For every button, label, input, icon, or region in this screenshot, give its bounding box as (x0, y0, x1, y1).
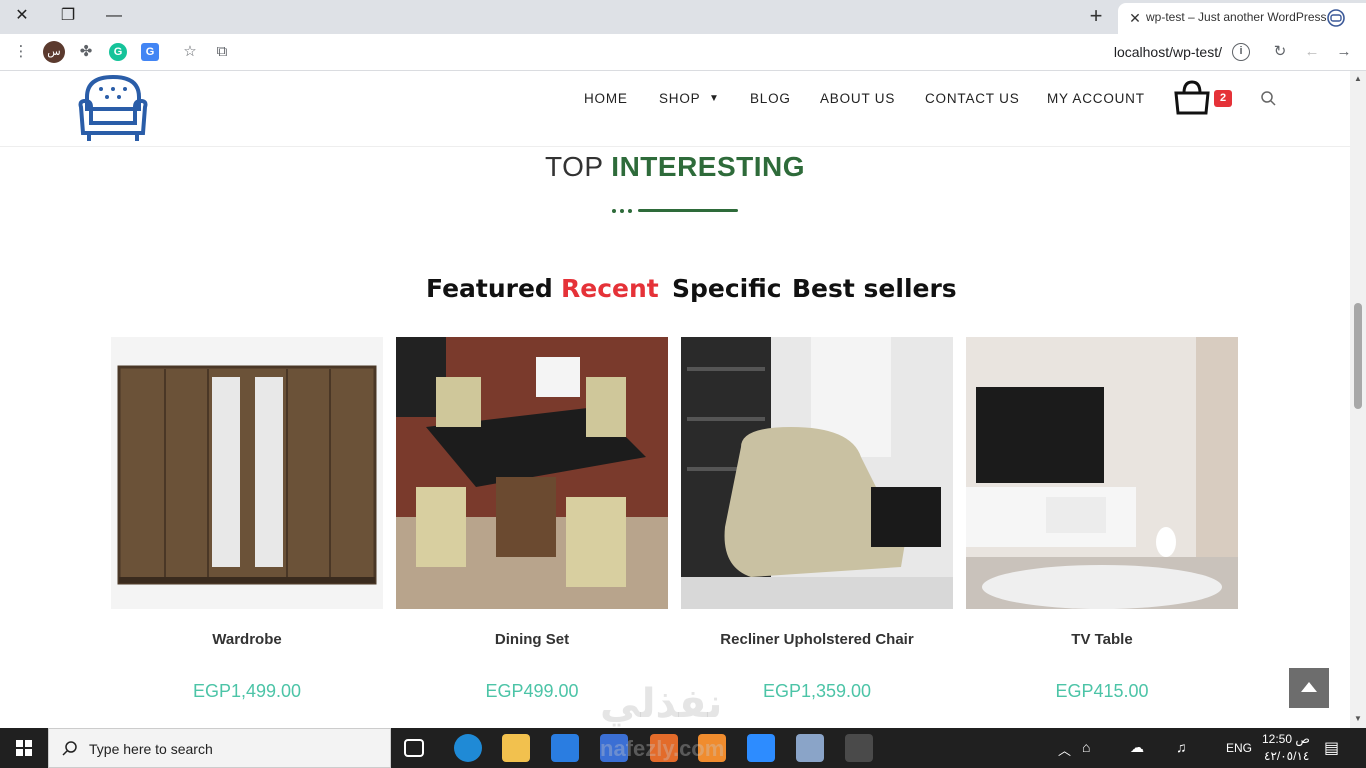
minimize-window-icon[interactable]: — (100, 4, 128, 28)
section-title-highlight: INTERESTING (611, 151, 806, 182)
shopping-bag-icon[interactable] (1172, 79, 1212, 117)
browser-tab-bar: ✕ ❐ — + ✕ wp-test – Just another WordPre… (0, 0, 1366, 34)
profile-avatar[interactable]: س (43, 41, 65, 63)
volume-icon[interactable]: ♫ (1176, 739, 1187, 755)
bookmark-star-icon[interactable]: ☆ (178, 40, 202, 64)
task-view-icon[interactable] (404, 739, 424, 757)
product-name[interactable]: Wardrobe (111, 631, 383, 648)
reload-icon[interactable]: ↻ (1268, 40, 1292, 64)
chrome-icon[interactable] (845, 734, 873, 762)
file-explorer-icon[interactable] (502, 734, 530, 762)
translate-extension-icon[interactable]: G (141, 43, 159, 61)
scroll-to-top-button[interactable] (1289, 668, 1329, 708)
web-page: HOME SHOP ▼ BLOG ABOUT US CONTACT US MY … (0, 71, 1350, 728)
tab-featured[interactable]: Featured (426, 274, 553, 303)
shop-chevron-down-icon[interactable]: ▼ (709, 93, 720, 104)
nav-my-account[interactable]: MY ACCOUNT (1047, 91, 1145, 106)
arrow-up-icon (1301, 682, 1317, 692)
windows-start-icon[interactable] (0, 728, 48, 768)
nav-contact-us[interactable]: CONTACT US (925, 91, 1020, 106)
wardrobe-image[interactable] (111, 337, 383, 609)
new-tab-button[interactable]: + (1084, 3, 1108, 29)
nav-shop[interactable]: SHOP (659, 91, 700, 106)
product-price: EGP415.00 (1055, 681, 1149, 701)
extensions-puzzle-icon[interactable]: ✤ (74, 40, 98, 64)
restore-window-icon[interactable]: ❐ (54, 4, 82, 28)
browser-toolbar: ⋮ ✤ ☆ ⧉ localhost/wp-test/ i ↻ ← → (0, 34, 1366, 71)
watermark-text: نفذلي (600, 681, 723, 727)
remote-desktop-icon[interactable] (796, 734, 824, 762)
zoom-icon[interactable] (747, 734, 775, 762)
scrollbar-thumb[interactable] (1354, 303, 1362, 409)
recliner-chair-image[interactable] (681, 337, 953, 609)
clock-date[interactable]: ٤٢/٠٥/١٤ (1264, 749, 1309, 763)
tv-table-image[interactable] (966, 337, 1238, 609)
tab-best-sellers[interactable]: Best sellers (792, 274, 957, 303)
url-text[interactable]: localhost/wp-test/ (1114, 44, 1222, 60)
search-placeholder[interactable]: Type here to search (89, 741, 213, 757)
tray-chevron-up-icon[interactable]: ︿ (1058, 740, 1071, 759)
nav-home[interactable]: HOME (584, 91, 628, 106)
tab-title: wp-test – Just another WordPress (1146, 10, 1327, 24)
forward-icon[interactable]: ← (1300, 40, 1324, 64)
windows-taskbar: Type here to search ︿ ⌂ ☁ ♫ ENG 12:50 ص … (0, 728, 1366, 768)
menu-dots-icon[interactable]: ⋮ (9, 40, 33, 64)
scroll-up-arrow-icon[interactable]: ▲ (1354, 75, 1362, 83)
onedrive-cloud-icon[interactable]: ☁ (1130, 739, 1144, 756)
search-icon (62, 741, 77, 756)
site-info-icon[interactable]: i (1232, 43, 1250, 61)
tab-specific[interactable]: Specific (672, 274, 782, 303)
product-name[interactable]: Recliner Upholstered Chair (681, 631, 953, 648)
edge-icon[interactable] (454, 734, 482, 762)
close-window-icon[interactable]: ✕ (8, 4, 36, 28)
scroll-down-arrow-icon[interactable]: ▼ (1354, 715, 1362, 723)
page-scrollbar[interactable]: ▲ ▼ (1350, 71, 1366, 728)
section-title: TOP INTERESTING (0, 151, 1350, 183)
armchair-logo-icon[interactable] (75, 71, 151, 145)
grammarly-extension-icon[interactable]: G (109, 43, 127, 61)
tab-search-icon[interactable]: ⧉ (210, 40, 234, 64)
wordpress-favicon-icon (1327, 9, 1345, 27)
browser-tab[interactable]: ✕ wp-test – Just another WordPress (1118, 3, 1366, 34)
nav-blog[interactable]: BLOG (750, 91, 791, 106)
watermark-url: nafezly.com (600, 736, 725, 761)
back-icon[interactable]: → (1332, 40, 1356, 64)
tray-network-icon[interactable]: ⌂ (1082, 739, 1090, 755)
dining-set-image[interactable] (396, 337, 668, 609)
product-price: EGP1,499.00 (192, 681, 302, 701)
product-name[interactable]: Dining Set (396, 631, 668, 648)
search-icon[interactable] (1260, 90, 1278, 108)
address-bar[interactable]: localhost/wp-test/ i (240, 38, 1260, 67)
site-header: HOME SHOP ▼ BLOG ABOUT US CONTACT US MY … (0, 71, 1350, 147)
clock-time[interactable]: 12:50 ص (1262, 732, 1310, 746)
product-name[interactable]: TV Table (966, 631, 1238, 648)
taskbar-search-box[interactable]: Type here to search (48, 728, 391, 768)
section-title-plain: TOP (544, 151, 604, 182)
store-icon[interactable] (551, 734, 579, 762)
notifications-icon[interactable]: ▤ (1324, 738, 1339, 758)
tab-recent[interactable]: Recent (561, 274, 659, 303)
title-divider (610, 208, 740, 214)
nav-about-us[interactable]: ABOUT US (820, 91, 895, 106)
tab-close-icon[interactable]: ✕ (1126, 9, 1144, 27)
cart-count-badge: 2 (1214, 90, 1232, 107)
language-indicator[interactable]: ENG (1226, 741, 1252, 755)
